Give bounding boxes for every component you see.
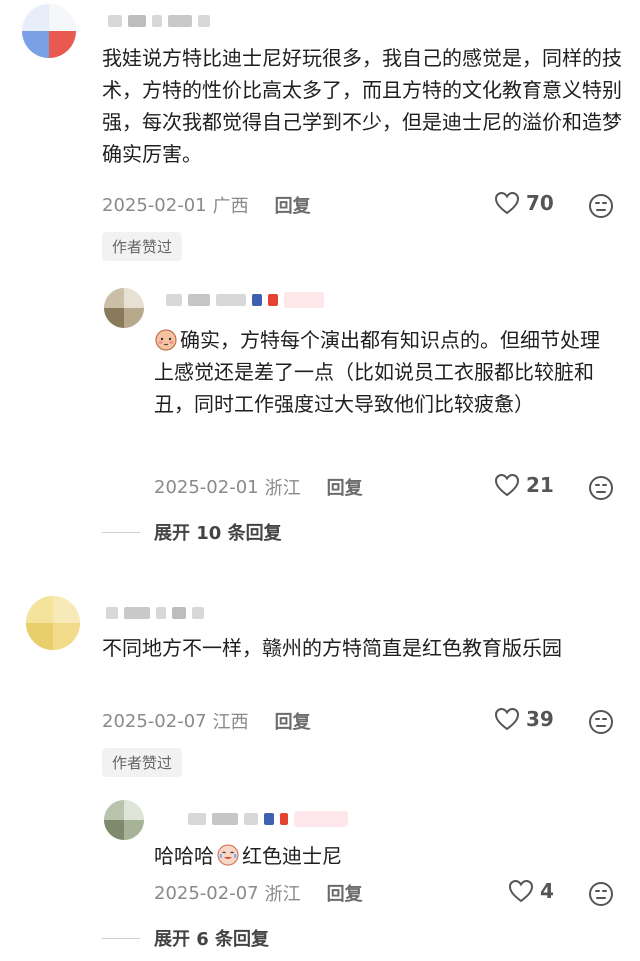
reply-like-button[interactable]: 21	[494, 473, 554, 497]
reply-location: 浙江	[264, 884, 301, 905]
username-blurred[interactable]	[108, 14, 210, 28]
reply-username-blurred[interactable]	[166, 292, 324, 308]
reply-text: 确实，方特每个演出都有知识点的。但细节处理上感觉还是差了一点（比如说员工衣服都比…	[154, 324, 614, 420]
reply-like-button[interactable]: 4	[508, 879, 554, 903]
heart-icon	[494, 473, 520, 497]
comment-text: 我娃说方特比迪士尼好玩很多，我自己的感觉是，同样的技术，方特的性价比高太多了，而…	[102, 46, 622, 166]
reply-like-count: 4	[540, 879, 554, 903]
reply-reply-button[interactable]: 回复	[327, 474, 363, 500]
comment-location: 江西	[212, 712, 249, 733]
reply-text-before: 哈哈哈	[154, 844, 214, 868]
comment-2: 不同地方不一样，赣州的方特简直是红色教育版乐园 2025-02-07 江西 回复…	[0, 590, 640, 961]
comment-meta: 2025-02-07 江西 回复	[102, 708, 311, 734]
emoji-reaction-icon[interactable]	[588, 709, 614, 735]
author-liked-badge: 作者赞过	[102, 232, 183, 261]
reply-button[interactable]: 回复	[275, 192, 311, 218]
reply-avatar[interactable]	[104, 288, 144, 328]
emoji-reaction-icon[interactable]	[588, 475, 614, 501]
comment-date: 2025-02-07	[102, 710, 207, 732]
heart-icon	[508, 879, 534, 903]
author-liked-badge: 作者赞过	[102, 748, 183, 777]
reply-text: 哈哈哈 红色迪士尼	[154, 840, 614, 872]
reply-date: 2025-02-07	[154, 882, 259, 904]
laughing-crying-face-icon	[217, 844, 239, 866]
reply-reply-button[interactable]: 回复	[327, 880, 363, 906]
blushing-face-icon	[155, 329, 177, 351]
reply-username-blurred[interactable]	[188, 811, 348, 827]
like-button[interactable]: 39	[494, 707, 554, 731]
reply-text-content: 确实，方特每个演出都有知识点的。但细节处理上感觉还是差了一点（比如说员工衣服都比…	[154, 328, 600, 416]
comment-date: 2025-02-01	[102, 194, 207, 216]
username-blurred[interactable]	[106, 606, 204, 620]
comment-location: 广西	[212, 196, 249, 217]
like-count: 39	[526, 707, 554, 731]
expand-replies-label: 展开 6 条回复	[154, 929, 270, 950]
heart-icon	[494, 191, 520, 215]
divider	[102, 937, 140, 939]
heart-icon	[494, 707, 520, 731]
like-button[interactable]: 70	[494, 191, 554, 215]
avatar[interactable]	[22, 4, 76, 58]
reply-date: 2025-02-01	[154, 476, 259, 498]
comment-meta: 2025-02-01 广西 回复	[102, 192, 311, 218]
comment-text: 不同地方不一样，赣州的方特简直是红色教育版乐园	[102, 636, 562, 660]
expand-replies-button[interactable]: 展开 6 条回复	[102, 925, 269, 951]
reply-button[interactable]: 回复	[275, 708, 311, 734]
divider	[102, 531, 140, 533]
expand-replies-button[interactable]: 展开 10 条回复	[102, 519, 282, 545]
reply-avatar[interactable]	[104, 800, 144, 840]
like-count: 70	[526, 191, 554, 215]
expand-replies-label: 展开 10 条回复	[154, 523, 282, 544]
reply-meta: 2025-02-07 浙江 回复	[154, 880, 363, 906]
emoji-reaction-icon[interactable]	[588, 193, 614, 219]
reply-meta: 2025-02-01 浙江 回复	[154, 474, 363, 500]
author-badge	[284, 292, 324, 308]
author-badge	[294, 811, 348, 827]
reply-text-after: 红色迪士尼	[242, 844, 342, 868]
reply-location: 浙江	[264, 478, 301, 499]
reply-like-count: 21	[526, 473, 554, 497]
comment-1: 我娃说方特比迪士尼好玩很多，我自己的感觉是，同样的技术，方特的性价比高太多了，而…	[0, 0, 640, 560]
avatar[interactable]	[26, 596, 80, 650]
emoji-reaction-icon[interactable]	[588, 881, 614, 907]
